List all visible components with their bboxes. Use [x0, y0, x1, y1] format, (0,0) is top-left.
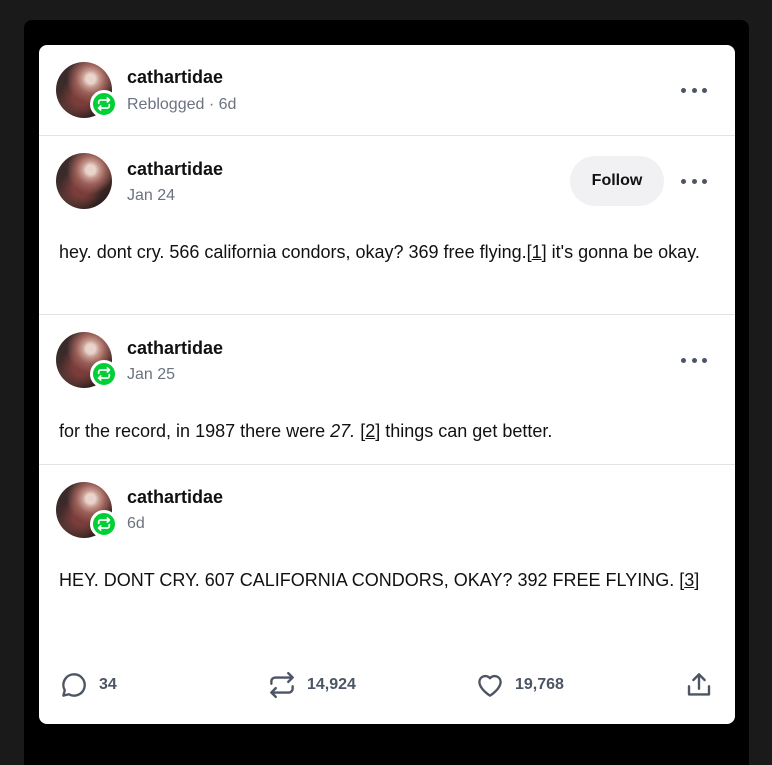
post-card: cathartidae Reblogged · 6d cathartidae J…: [39, 45, 735, 724]
reblog-badge-icon: [90, 510, 118, 538]
post-body: for the record, in 1987 there were 27. […: [59, 416, 711, 446]
footnote-link[interactable]: 1: [532, 242, 542, 262]
reblog-header: cathartidae Reblogged · 6d: [39, 45, 735, 136]
ref-bracket: [: [355, 421, 366, 441]
post-text: hey. dont cry. 566 california condors, o…: [59, 242, 527, 262]
trail-post: cathartidae Jan 25 for the record, in 19…: [39, 315, 735, 465]
emphasis-text: 27.: [330, 421, 356, 441]
post-body: hey. dont cry. 566 california condors, o…: [59, 237, 711, 267]
username[interactable]: cathartidae: [127, 159, 223, 180]
comment-icon: [62, 673, 86, 697]
like-count: 19,768: [515, 676, 564, 693]
comment-button[interactable]: 34: [59, 665, 117, 705]
post-text: things can get better.: [380, 421, 553, 441]
heart-icon: [478, 674, 502, 697]
reblog-count: 14,924: [307, 676, 356, 693]
footnote-link[interactable]: 3: [684, 570, 694, 590]
avatar[interactable]: [56, 153, 112, 209]
post-body: HEY. DONT CRY. 607 CALIFORNIA CONDORS, O…: [59, 565, 711, 595]
more-options-icon[interactable]: [681, 350, 707, 370]
username[interactable]: cathartidae: [127, 338, 223, 359]
comment-count: 34: [99, 676, 117, 693]
post-text: for the record, in 1987 there were: [59, 421, 331, 441]
reblog-badge-icon: [90, 360, 118, 388]
reblog-icon: [270, 671, 294, 699]
share-icon: [687, 673, 711, 696]
post-text: HEY. DONT CRY. 607 CALIFORNIA CONDORS, O…: [59, 570, 680, 590]
more-options-icon[interactable]: [681, 80, 707, 100]
username[interactable]: cathartidae: [127, 487, 223, 508]
reblog-button[interactable]: 14,924: [267, 665, 356, 705]
ref-bracket: ]: [694, 570, 700, 590]
post-date[interactable]: Jan 24: [127, 187, 175, 205]
share-button[interactable]: [684, 665, 714, 705]
trail-post: cathartidae Jan 24 Follow hey. dont cry.…: [39, 136, 735, 315]
post-text: it's gonna be okay.: [546, 242, 700, 262]
post-date[interactable]: Jan 25: [127, 366, 175, 384]
reblog-badge-icon: [90, 90, 118, 118]
reblog-meta: Reblogged · 6d: [127, 96, 237, 113]
more-options-icon[interactable]: [681, 171, 707, 191]
username[interactable]: cathartidae: [127, 67, 223, 88]
post-actions: 34 14,924 19,768: [39, 665, 735, 705]
footnote-link[interactable]: 2: [365, 421, 375, 441]
post-date[interactable]: 6d: [127, 515, 145, 533]
like-button[interactable]: 19,768: [475, 665, 564, 705]
follow-button[interactable]: Follow: [570, 156, 664, 206]
